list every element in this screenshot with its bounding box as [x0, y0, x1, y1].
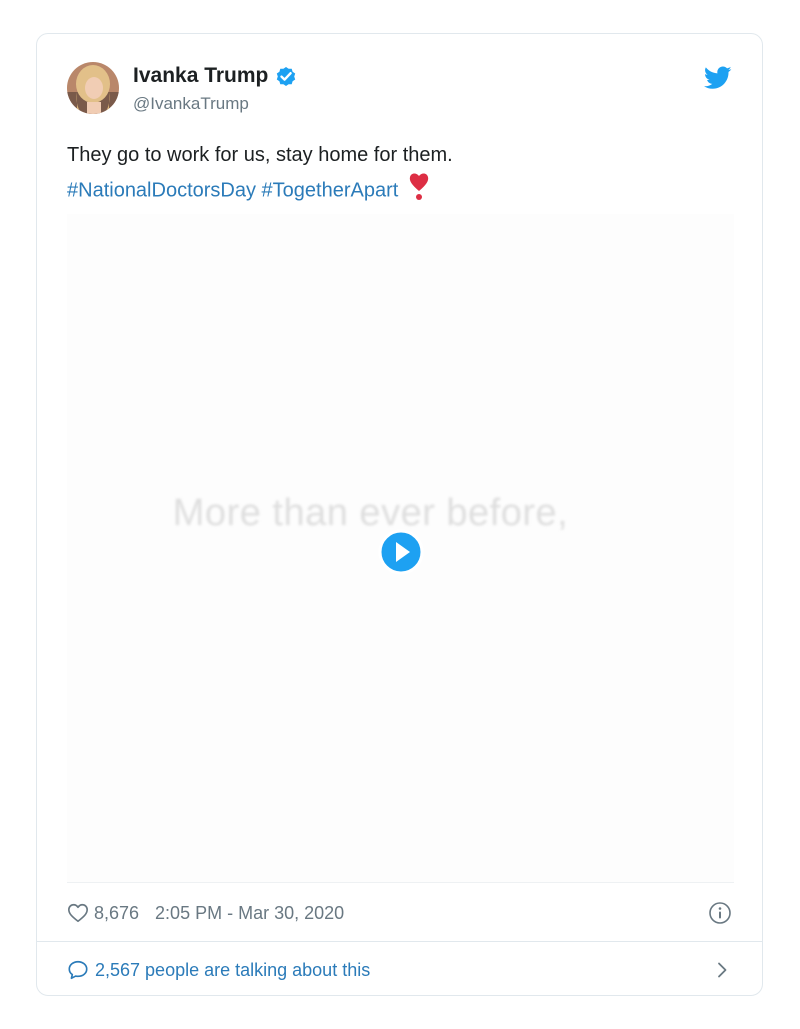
avatar[interactable]: [67, 62, 119, 114]
verified-badge-icon: [274, 64, 298, 88]
footer-divider: [37, 941, 762, 942]
heart-exclamation-emoji-icon: [408, 171, 430, 211]
tweet-card: Ivanka Trump @IvankaTrump They go to wor…: [36, 33, 763, 996]
conversation-text: 2,567 people are talking about this: [95, 959, 371, 980]
chevron-right-icon[interactable]: [712, 960, 732, 980]
author-name[interactable]: Ivanka Trump: [133, 64, 268, 88]
tweet-timestamp[interactable]: 2:05 PM - Mar 30, 2020: [155, 903, 344, 924]
tweet-meta-row: 8,676 2:05 PM - Mar 30, 2020: [67, 900, 344, 926]
play-icon[interactable]: [378, 529, 424, 575]
like-count[interactable]: 8,676: [94, 903, 139, 924]
reply-bubble-icon: [67, 959, 89, 981]
hashtag-link[interactable]: #TogetherApart: [262, 179, 399, 201]
heart-icon[interactable]: [67, 902, 89, 924]
info-icon[interactable]: [708, 901, 732, 925]
tweet-body: They go to work for us, stay home for th…: [67, 144, 453, 166]
media-divider: [67, 882, 734, 883]
author-name-row: Ivanka Trump: [133, 64, 298, 88]
hashtag-link[interactable]: #NationalDoctorsDay: [67, 179, 256, 201]
twitter-bird-icon[interactable]: [703, 66, 732, 90]
video-player[interactable]: More than ever before,: [67, 214, 734, 882]
tweet-hashtags-line: #NationalDoctorsDay #TogetherApart: [67, 171, 727, 211]
author-handle[interactable]: @IvankaTrump: [133, 94, 249, 114]
conversation-link[interactable]: 2,567 people are talking about this: [67, 956, 732, 984]
tweet-text: They go to work for us, stay home for th…: [67, 140, 727, 211]
